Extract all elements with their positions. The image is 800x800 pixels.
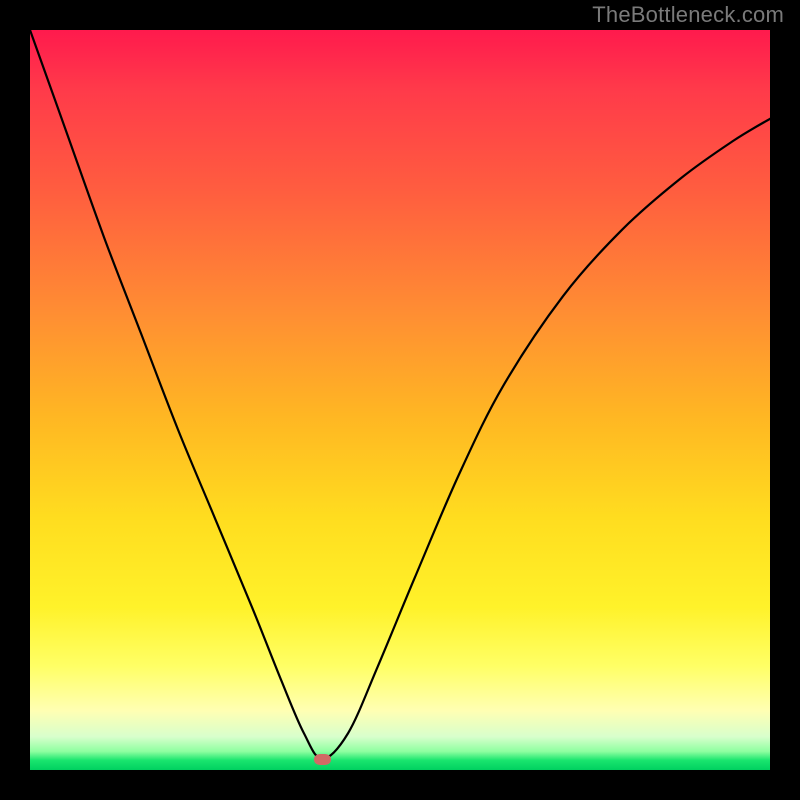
bottleneck-curve [30,30,770,770]
plot-area [30,30,770,770]
chart-frame: TheBottleneck.com [0,0,800,800]
optimal-marker [314,754,331,765]
watermark-label: TheBottleneck.com [592,2,784,28]
